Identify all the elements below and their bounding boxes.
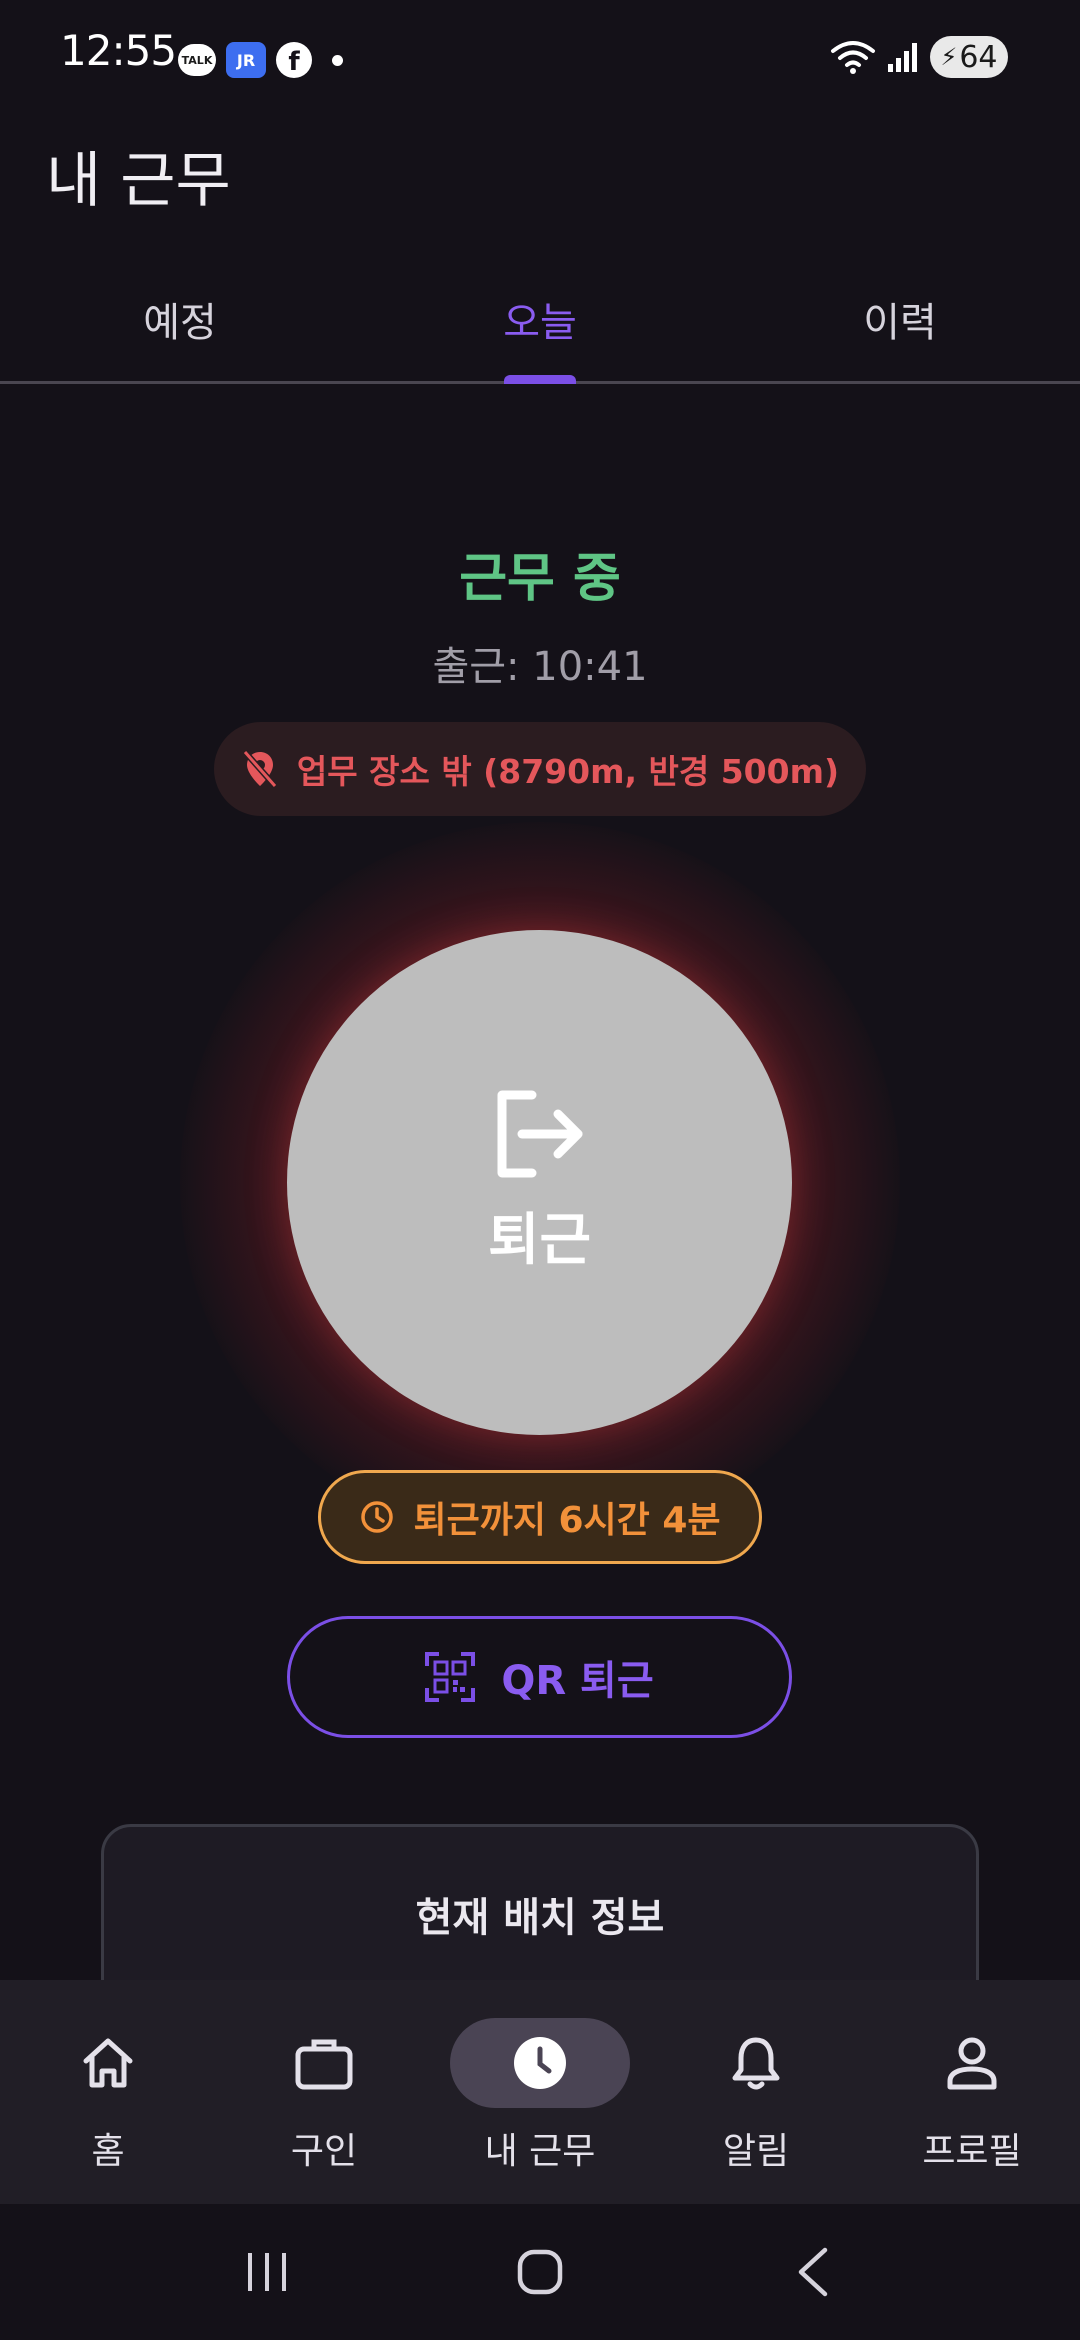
tab-label: 이력	[863, 300, 937, 346]
wifi-icon	[831, 41, 875, 74]
nav-my-work[interactable]: 내 근무	[432, 1980, 648, 2204]
home-button[interactable]	[495, 2227, 585, 2317]
nav-icon-container	[666, 2018, 846, 2108]
nav-label: 구인	[290, 2131, 358, 2172]
nav-label: 내 근무	[484, 2131, 596, 2172]
tab-today[interactable]: 오늘	[360, 250, 720, 384]
nav-notifications[interactable]: 알림	[648, 1980, 864, 2204]
tab-label: 예정	[143, 300, 217, 346]
person-icon	[947, 2037, 997, 2090]
nav-icon-container	[450, 2018, 630, 2108]
location-warning-text: 업무 장소 밖 (8790m, 반경 500m)	[296, 752, 840, 791]
more-notifications-dot-icon	[332, 54, 343, 66]
bottom-navigation: 홈 구인 내 근무 알림 프로필	[0, 1980, 1080, 2204]
recent-apps-icon	[247, 2253, 286, 2291]
qr-code-icon	[425, 1652, 476, 1702]
countdown-text: 퇴근까지 6시간 4분	[413, 1500, 721, 1541]
nav-label: 프로필	[922, 2131, 1022, 2172]
briefcase-icon	[295, 2039, 353, 2090]
clock-icon	[514, 2037, 566, 2089]
bell-icon	[732, 2037, 780, 2090]
kakaotalk-icon: TALK	[178, 44, 216, 76]
tab-bar: 예정 오늘 이력	[0, 250, 1080, 384]
jr-app-icon: JR	[226, 42, 266, 78]
signal-icon	[888, 43, 917, 72]
checkout-countdown-badge: 퇴근까지 6시간 4분	[318, 1470, 762, 1564]
system-icons: ⚡ 64	[830, 36, 1008, 78]
nav-label: 알림	[722, 2131, 790, 2172]
charging-bolt-icon: ⚡	[940, 43, 958, 71]
checkout-label: 퇴근	[487, 1208, 592, 1273]
facebook-icon: f	[276, 42, 312, 78]
nav-icon-container	[234, 2018, 414, 2108]
home-circle-icon	[517, 2249, 563, 2295]
notification-icons: TALK JR f	[178, 40, 343, 80]
back-chevron-icon	[799, 2247, 828, 2297]
status-time: 12:55	[60, 26, 177, 75]
status-bar: 12:55 TALK JR f ⚡ 64	[0, 0, 1080, 115]
qr-checkout-button[interactable]: QR 퇴근	[287, 1616, 792, 1738]
card-title: 현재 배치 정보	[415, 1895, 665, 1941]
battery-indicator: ⚡ 64	[930, 36, 1008, 78]
work-status: 근무 중	[459, 549, 621, 609]
nav-icon-container	[18, 2018, 198, 2108]
clock-outline-icon	[361, 1501, 394, 1533]
home-icon	[83, 2038, 133, 2088]
tab-scheduled[interactable]: 예정	[0, 250, 360, 381]
screen: 12:55 TALK JR f ⚡ 64 내 근무 예정 오늘 이력 근무 중 …	[0, 0, 1080, 2340]
tab-history[interactable]: 이력	[720, 250, 1080, 381]
system-navigation-bar	[0, 2204, 1080, 2340]
nav-jobs[interactable]: 구인	[216, 1980, 432, 2204]
page-title: 내 근무	[46, 146, 231, 216]
qr-checkout-label: QR 퇴근	[501, 1658, 654, 1704]
nav-profile[interactable]: 프로필	[864, 1980, 1080, 2204]
checkout-button[interactable]: 퇴근	[287, 930, 792, 1435]
nav-home[interactable]: 홈	[0, 1980, 216, 2204]
tab-active-indicator	[504, 375, 576, 384]
location-warning-badge: 업무 장소 밖 (8790m, 반경 500m)	[214, 722, 866, 816]
nav-icon-container	[882, 2018, 1062, 2108]
tab-label: 오늘	[503, 300, 577, 346]
recent-apps-button[interactable]	[222, 2227, 312, 2317]
nav-label: 홈	[91, 2131, 125, 2172]
clock-in-time: 출근: 10:41	[432, 644, 648, 690]
location-off-icon	[242, 750, 278, 788]
logout-icon	[497, 1090, 582, 1178]
back-button[interactable]	[768, 2227, 858, 2317]
battery-level: 64	[959, 39, 998, 75]
